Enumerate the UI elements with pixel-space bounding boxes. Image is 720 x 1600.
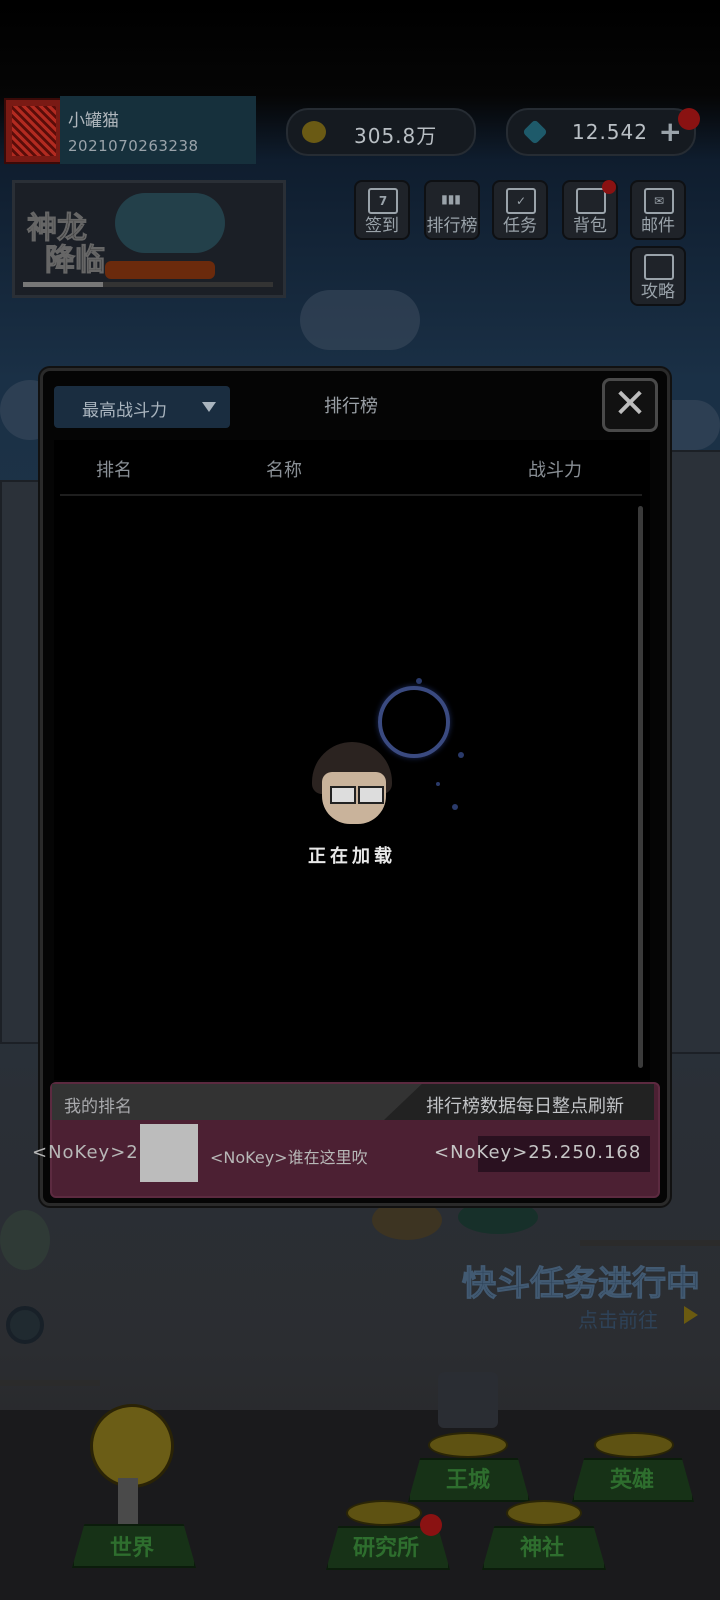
banner-title: 神龙 降临	[27, 211, 106, 278]
play-arrow-icon	[684, 1306, 698, 1324]
road-line	[0, 1380, 100, 1386]
vehicle-wheel-icon	[6, 1306, 44, 1344]
leaderboard-button[interactable]: ▮▮▮ 排行榜	[424, 180, 480, 240]
ranking-type-dropdown[interactable]: 最高战斗力	[54, 386, 230, 428]
quest-go-link[interactable]: 点击前往	[578, 1304, 658, 1333]
player-name: 小罐猫	[68, 111, 119, 131]
loading-spark	[458, 752, 464, 758]
coin-icon	[302, 121, 326, 143]
road-line	[580, 1240, 720, 1246]
loading-character-icon	[312, 742, 392, 826]
tasks-button[interactable]: ✓ 任务	[492, 180, 548, 240]
world-joystick-icon[interactable]	[90, 1404, 174, 1488]
checkin-button[interactable]: 7 签到	[354, 180, 410, 240]
checkin-label: 签到	[365, 216, 399, 236]
gem-counter[interactable]: 12.542 +	[506, 108, 696, 156]
bar-chart-icon: ▮▮▮	[441, 192, 461, 206]
column-header-power: 战斗力	[528, 460, 582, 481]
chevron-down-icon	[202, 402, 216, 412]
glasses-icon	[330, 786, 384, 804]
dragon-image	[115, 193, 225, 253]
joystick-stick	[118, 1478, 138, 1528]
refresh-note: 排行榜数据每日整点刷新	[426, 1096, 624, 1117]
nav-world[interactable]: 世界	[82, 1530, 182, 1562]
character-sprite[interactable]	[0, 1210, 50, 1270]
coin-counter[interactable]: 305.8万	[286, 108, 476, 156]
cloud	[300, 290, 420, 350]
hero-disc	[594, 1432, 674, 1458]
list-scrollbar[interactable]	[638, 506, 643, 1068]
column-header-rank: 排名	[96, 460, 132, 481]
gem-icon	[522, 119, 548, 145]
guide-label: 攻略	[641, 282, 675, 302]
my-rank-value: <NoKey>2	[32, 1142, 139, 1163]
quest-banner-title[interactable]: 快斗任务进行中	[462, 1256, 701, 1305]
loading-text: 正在加载	[308, 846, 396, 867]
leaderboard-label: 排行榜	[426, 216, 478, 236]
shrine-disc	[506, 1500, 582, 1526]
king-city-disc	[428, 1432, 508, 1458]
bag-label: 背包	[573, 216, 607, 236]
column-header-name: 名称	[266, 460, 302, 481]
player-id: 2021070263238	[68, 137, 199, 155]
banner-title-line1: 神龙	[27, 211, 88, 246]
ranking-type-label: 最高战斗力	[82, 401, 167, 421]
my-name-value: <NoKey>谁在这里吹	[210, 1148, 368, 1167]
guide-button[interactable]: 攻略	[630, 246, 686, 306]
institute-disc	[346, 1500, 422, 1526]
nav-shrine[interactable]: 神社	[492, 1530, 592, 1562]
coin-value: 305.8万	[354, 124, 438, 148]
my-power-value: <NoKey>25.250.168	[434, 1142, 642, 1163]
gem-notification-dot	[678, 108, 700, 130]
header-divider	[60, 494, 642, 496]
mail-button[interactable]: ✉ 邮件	[630, 180, 686, 240]
vending-machine-sprite	[438, 1372, 498, 1428]
leaderboard-title: 排行榜	[324, 396, 378, 417]
my-rank-label: 我的排名	[64, 1097, 132, 1117]
gem-value: 12.542	[572, 120, 648, 144]
player-avatar[interactable]	[4, 98, 64, 164]
mushroom-sprite	[372, 1200, 442, 1240]
bag-notification-dot	[602, 180, 616, 194]
loading-spark	[416, 678, 422, 684]
building	[666, 450, 720, 1054]
nav-institute[interactable]: 研究所	[334, 1530, 438, 1562]
mail-label: 邮件	[641, 216, 675, 236]
banner-fire-image	[105, 261, 215, 279]
close-button[interactable]: ✕	[602, 378, 658, 432]
nav-king-city[interactable]: 王城	[418, 1462, 518, 1494]
event-banner[interactable]: 神龙 降临	[12, 180, 286, 298]
banner-title-line2: 降临	[45, 243, 106, 278]
nav-hero[interactable]: 英雄	[582, 1462, 682, 1494]
loading-spark	[436, 782, 440, 786]
banner-progress	[23, 282, 273, 287]
tasks-label: 任务	[503, 216, 537, 236]
building	[0, 480, 42, 1044]
institute-notification-dot	[420, 1514, 442, 1536]
my-avatar-placeholder	[140, 1124, 198, 1182]
loading-spark	[452, 804, 458, 810]
